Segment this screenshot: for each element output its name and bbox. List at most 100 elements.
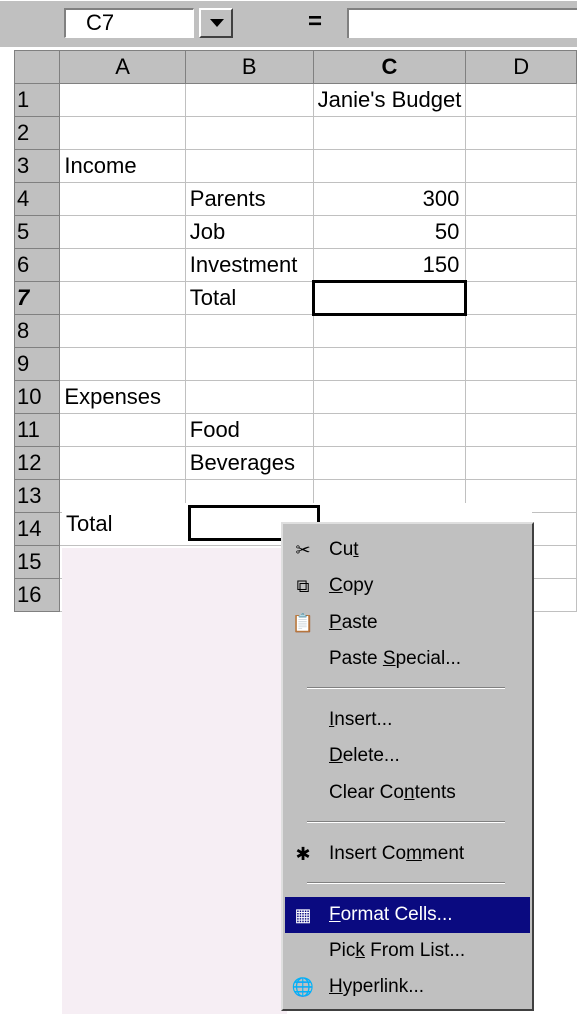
row-header-9[interactable]: 9 bbox=[13, 347, 61, 381]
cell-c12[interactable] bbox=[312, 446, 467, 480]
menu-item-paste[interactable]: 📋 Paste bbox=[285, 605, 530, 641]
row-header-12[interactable]: 12 bbox=[13, 446, 61, 480]
cell-b5[interactable]: Job bbox=[184, 215, 314, 249]
cell-a8[interactable] bbox=[59, 314, 186, 348]
menu-item-insert-comment[interactable]: ✱ Insert Comment bbox=[285, 836, 530, 872]
format-cells-icon: ▦ bbox=[294, 905, 312, 925]
column-header-a[interactable]: A bbox=[59, 50, 186, 84]
menu-label-post: elete... bbox=[342, 745, 400, 766]
cell-a1[interactable] bbox=[59, 83, 186, 117]
cell-b12[interactable]: Beverages bbox=[184, 446, 314, 480]
cell-a9[interactable] bbox=[59, 347, 186, 381]
row-header-4[interactable]: 4 bbox=[13, 182, 61, 216]
cell-a7[interactable] bbox=[59, 281, 186, 315]
formula-bar: C7 = bbox=[0, 0, 577, 47]
cell-c3[interactable] bbox=[312, 149, 467, 183]
menu-item-insert[interactable]: Insert... bbox=[285, 702, 530, 738]
menu-label-accelerator: m bbox=[406, 843, 422, 864]
cell-d6[interactable] bbox=[465, 248, 577, 282]
formula-equals-button[interactable]: = bbox=[308, 6, 322, 38]
row-header-7[interactable]: 7 bbox=[13, 281, 61, 315]
cell-d7[interactable] bbox=[465, 281, 577, 315]
row-header-14[interactable]: 14 bbox=[13, 512, 61, 546]
cell-a10[interactable]: Expenses bbox=[59, 380, 186, 414]
cell-b10[interactable] bbox=[184, 380, 314, 414]
cell-d12[interactable] bbox=[465, 446, 577, 480]
context-menu: ✂ Cut ⧉ Copy 📋 Paste Paste Special... Insert...… bbox=[281, 522, 534, 1011]
column-header-b[interactable]: B bbox=[184, 50, 314, 84]
copy-icon: ⧉ bbox=[296, 576, 310, 596]
row-header-5[interactable]: 5 bbox=[13, 215, 61, 249]
row-header-3[interactable]: 3 bbox=[13, 149, 61, 183]
cell-d10[interactable] bbox=[465, 380, 577, 414]
cell-c5[interactable]: 50 bbox=[312, 215, 467, 249]
name-box-dropdown-icon[interactable] bbox=[199, 8, 233, 38]
cell-b4[interactable]: Parents bbox=[184, 182, 314, 216]
menu-item-paste-special[interactable]: Paste Special... bbox=[285, 641, 530, 677]
column-header-c[interactable]: C bbox=[312, 50, 467, 84]
cell-a6[interactable] bbox=[59, 248, 186, 282]
cell-c8[interactable] bbox=[312, 314, 467, 348]
cell-b6[interactable]: Investment bbox=[184, 248, 314, 282]
row-header-13[interactable]: 13 bbox=[13, 479, 61, 513]
cell-a12[interactable] bbox=[59, 446, 186, 480]
menu-separator bbox=[307, 882, 505, 884]
cell-b7[interactable]: Total bbox=[184, 281, 314, 315]
cell-d4[interactable] bbox=[465, 182, 577, 216]
row-header-16[interactable]: 16 bbox=[13, 578, 61, 612]
name-box[interactable]: C7 bbox=[64, 8, 194, 38]
menu-item-format-cells[interactable]: ▦ Format Cells... bbox=[285, 897, 530, 933]
menu-item-pick-from-list[interactable]: Pick From List... bbox=[285, 933, 530, 969]
cell-d3[interactable] bbox=[465, 149, 577, 183]
select-all-corner[interactable] bbox=[13, 50, 61, 84]
row-header-2[interactable]: 2 bbox=[13, 116, 61, 150]
cell-b11[interactable]: Food bbox=[184, 413, 314, 447]
menu-item-clear-contents[interactable]: Clear Contents bbox=[285, 775, 530, 811]
cell-b1[interactable] bbox=[184, 83, 314, 117]
cell-a4[interactable] bbox=[59, 182, 186, 216]
cell-c11[interactable] bbox=[312, 413, 467, 447]
menu-item-copy[interactable]: ⧉ Copy bbox=[285, 568, 530, 604]
cell-d8[interactable] bbox=[465, 314, 577, 348]
column-header-d[interactable]: D bbox=[465, 50, 577, 84]
menu-label-accelerator: P bbox=[329, 612, 342, 633]
cell-c7[interactable] bbox=[311, 280, 468, 316]
cell-c6[interactable]: 150 bbox=[312, 248, 467, 282]
cell-c10[interactable] bbox=[312, 380, 467, 414]
cell-d5[interactable] bbox=[465, 215, 577, 249]
cell-a2[interactable] bbox=[59, 116, 186, 150]
formula-input[interactable] bbox=[347, 8, 577, 38]
cell-a3[interactable]: Income bbox=[59, 149, 186, 183]
cell-c4[interactable]: 300 bbox=[312, 182, 467, 216]
cell-c2[interactable] bbox=[312, 116, 467, 150]
row-header-8[interactable]: 8 bbox=[13, 314, 61, 348]
cell-d1[interactable] bbox=[465, 83, 577, 117]
menu-separator bbox=[307, 821, 505, 823]
menu-label-pre: Insert Co bbox=[329, 843, 407, 864]
cell-b2[interactable] bbox=[184, 116, 314, 150]
cell-d11[interactable] bbox=[465, 413, 577, 447]
row-header-11[interactable]: 11 bbox=[13, 413, 61, 447]
row-header-10[interactable]: 10 bbox=[13, 380, 61, 414]
cell-d2[interactable] bbox=[465, 116, 577, 150]
cell-c9[interactable] bbox=[312, 347, 467, 381]
row-header-15[interactable]: 15 bbox=[13, 545, 61, 579]
row-header-1[interactable]: 1 bbox=[13, 83, 61, 117]
cell-c1[interactable]: Janie's Budget bbox=[312, 83, 467, 117]
cell-b9[interactable] bbox=[184, 347, 314, 381]
paste-icon: 📋 bbox=[291, 613, 315, 633]
cell-b8[interactable] bbox=[184, 314, 314, 348]
menu-label-post: opy bbox=[342, 575, 374, 596]
menu-item-delete[interactable]: Delete... bbox=[285, 738, 530, 774]
menu-label-pre: Pic bbox=[329, 940, 356, 961]
cell-b3[interactable] bbox=[184, 149, 314, 183]
cell-a11[interactable] bbox=[59, 413, 186, 447]
menu-label-post: ormat Cells... bbox=[340, 904, 453, 925]
menu-item-cut[interactable]: ✂ Cut bbox=[285, 532, 530, 568]
row-header-6[interactable]: 6 bbox=[13, 248, 61, 282]
menu-label-accelerator: C bbox=[329, 575, 343, 596]
scissors-icon: ✂ bbox=[295, 540, 311, 560]
cell-d9[interactable] bbox=[465, 347, 577, 381]
cell-a5[interactable] bbox=[59, 215, 186, 249]
menu-item-hyperlink[interactable]: 🌐 Hyperlink... bbox=[285, 969, 530, 1005]
